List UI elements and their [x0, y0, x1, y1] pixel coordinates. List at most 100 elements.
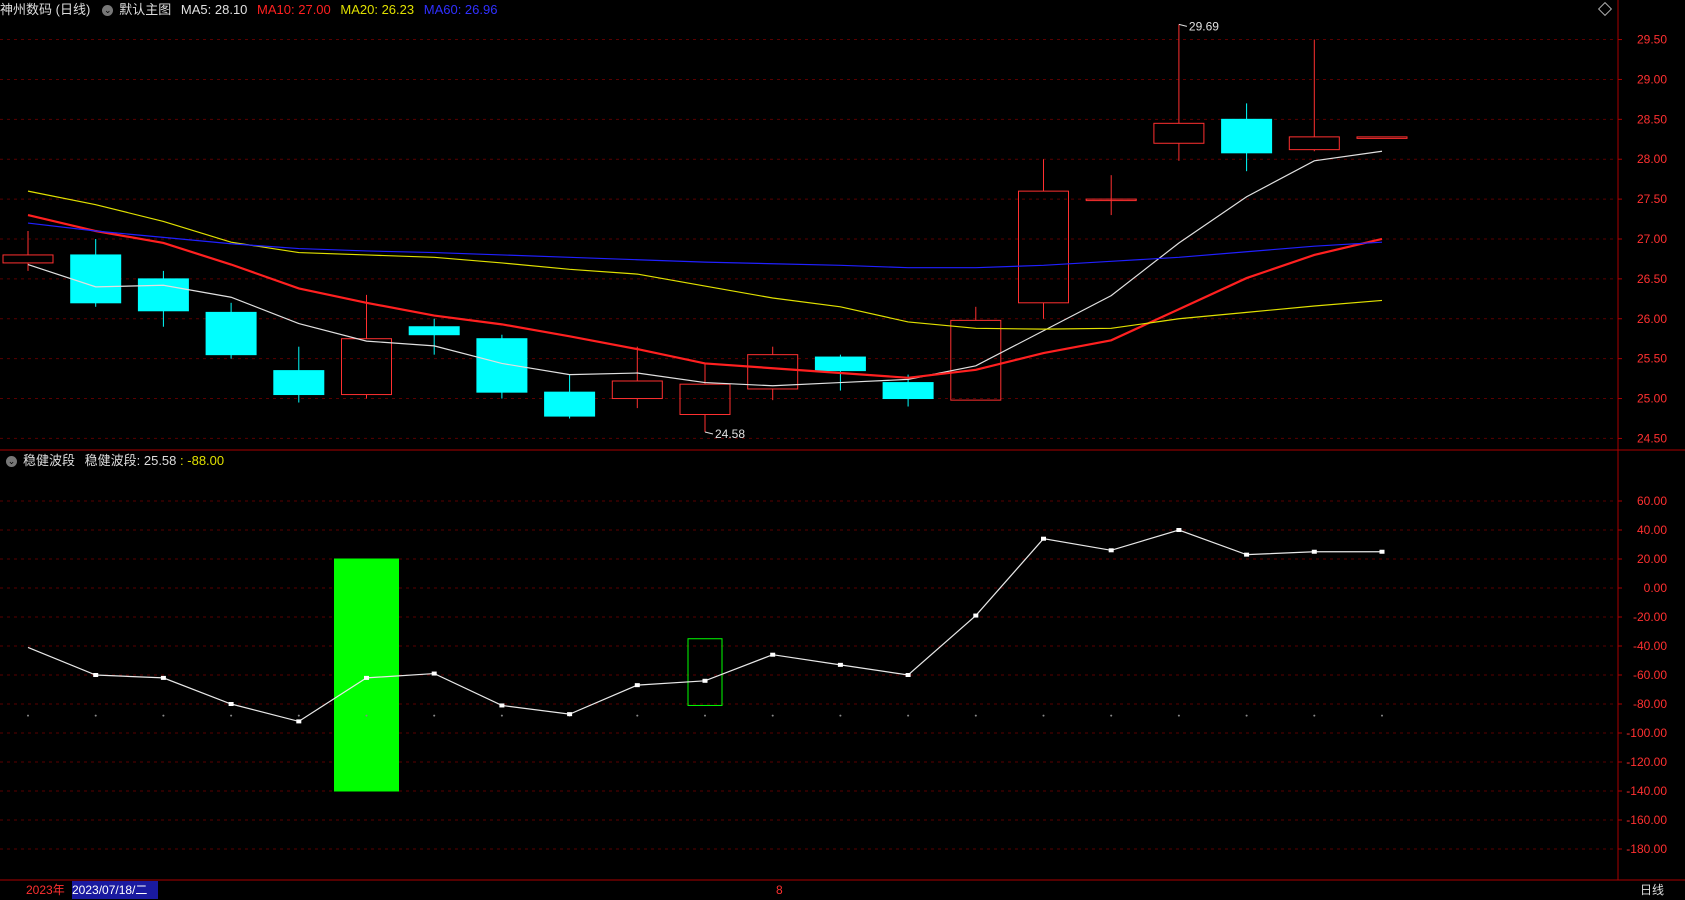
candle-body [2, 254, 54, 264]
main-tick-label: 25.50 [1637, 352, 1667, 366]
baseline-dot [500, 714, 503, 717]
candle-body [544, 391, 596, 417]
indicator-point [1176, 528, 1182, 532]
candle-body [137, 278, 189, 312]
sub-tick-label: -40.00 [1633, 639, 1667, 653]
baseline-dot [27, 714, 29, 717]
candle-body [1356, 136, 1408, 139]
sub-tick-label: -140.00 [1626, 784, 1667, 798]
stock-chart[interactable]: 29.50 29.00 28.50 28.00 27.50 27.00 26.50 26.00… [0, 0, 1685, 900]
baseline-dot [636, 714, 639, 717]
candle-body [611, 380, 663, 400]
indicator-point [702, 678, 708, 683]
price-annotation: 29.69 [1189, 19, 1219, 33]
candle-body [1221, 118, 1273, 154]
indicator-point [905, 673, 911, 677]
candle-body [1153, 122, 1205, 144]
indicator-point [973, 613, 979, 618]
baseline-dot [704, 714, 706, 717]
candle-body [1288, 136, 1340, 151]
indicator-point [93, 673, 99, 677]
baseline-dot [1245, 714, 1248, 717]
ma-line-ma60 [27, 222, 1383, 269]
indicator-bar [687, 638, 723, 706]
indicator-point [1379, 549, 1385, 554]
indicator-value: : -88.00 [180, 453, 225, 468]
baseline-dot [1042, 714, 1045, 717]
indicator-toggle-icon[interactable]: ⌄ [6, 456, 17, 468]
baseline-dot [1110, 714, 1113, 717]
main-tick-label: 28.50 [1637, 112, 1667, 126]
main-tick-label: 27.00 [1637, 232, 1667, 246]
indicator-point [770, 652, 776, 657]
sub-tick-label: -80.00 [1633, 697, 1667, 711]
annotation-arrow [704, 431, 714, 435]
candle-body [341, 338, 392, 396]
indicator-point [634, 683, 640, 688]
indicator-point [1108, 548, 1114, 553]
indicator-point [160, 675, 166, 680]
candle-body [408, 326, 460, 336]
candle-body [814, 356, 866, 372]
baseline-dot [365, 714, 368, 717]
candle-body [205, 311, 257, 356]
baseline-dot [1381, 714, 1383, 717]
baseline-dot [974, 714, 977, 717]
main-tick-label: 29.50 [1637, 33, 1667, 47]
sub-tick-label: -180.00 [1626, 842, 1667, 856]
baseline-dot [839, 714, 842, 717]
baseline-dot [94, 714, 97, 717]
sub-tick-label: -120.00 [1626, 755, 1667, 769]
indicator-point [1311, 549, 1317, 554]
indicator-name[interactable]: 稳健波段 [23, 453, 75, 468]
sub-tick-label: 20.00 [1637, 552, 1667, 566]
indicator-point [364, 675, 369, 680]
sub-tick-label: 60.00 [1637, 494, 1667, 508]
indicator-point [228, 702, 234, 706]
footer-marker: 8 [776, 883, 783, 897]
baseline-dot [1313, 714, 1316, 717]
ma20-label: MA20: 26.23 [340, 2, 415, 17]
ma5-label: MA5: 28.10 [180, 2, 248, 17]
baseline-dot [771, 714, 774, 717]
candle-body [950, 319, 1002, 401]
annotation-arrow [1178, 23, 1188, 27]
main-chart-header: 神州数码 (日线) ⌄ 默认主图 MA5: 28.10 MA10: 27.00 MA… [0, 0, 503, 20]
indicator-bar [334, 558, 399, 792]
sub-tick-label: -100.00 [1626, 726, 1667, 740]
sub-tick-label: 40.00 [1637, 523, 1667, 537]
main-tick-label: 27.50 [1637, 192, 1667, 206]
price-annotation: 24.58 [715, 427, 745, 441]
baseline-dot [1177, 714, 1180, 717]
stock-title: 神州数码 (日线) [0, 2, 91, 17]
template-toggle-icon[interactable]: ⌄ [102, 5, 114, 17]
candle-body [273, 370, 325, 396]
baseline-dot [433, 714, 436, 717]
sub-tick-label: -160.00 [1626, 813, 1667, 827]
candle-body [70, 254, 122, 304]
indicator-label: 稳健波段: 25.58 [84, 453, 177, 468]
candle-body [1018, 190, 1069, 304]
indicator-point [431, 671, 437, 676]
indicator-point [1244, 552, 1250, 557]
main-tick-label: 26.00 [1637, 312, 1667, 326]
candle-body [476, 338, 528, 393]
sub-tick-label: -20.00 [1633, 610, 1667, 624]
baseline-dot [230, 714, 233, 717]
footer-year: 2023年 [26, 883, 65, 897]
main-tick-label: 26.50 [1637, 272, 1667, 286]
sub-tick-label: 0.00 [1644, 581, 1668, 595]
sub-tick-label: -60.00 [1633, 668, 1667, 682]
indicator-point [296, 719, 302, 724]
ma60-label: MA60: 26.96 [423, 2, 498, 17]
template-name[interactable]: 默认主图 [119, 2, 171, 17]
baseline-dot [162, 714, 165, 717]
baseline-dot [907, 714, 910, 717]
indicator-point [499, 703, 505, 708]
sub-chart-header: ⌄ 稳健波段 稳健波段: 25.58 : -88.00 [0, 451, 230, 471]
period-button[interactable]: 日线 [1640, 881, 1664, 899]
ma10-label: MA10: 27.00 [257, 2, 331, 17]
main-tick-label: 25.00 [1637, 392, 1667, 406]
indicator-point [567, 712, 573, 717]
baseline-dot [297, 714, 300, 717]
